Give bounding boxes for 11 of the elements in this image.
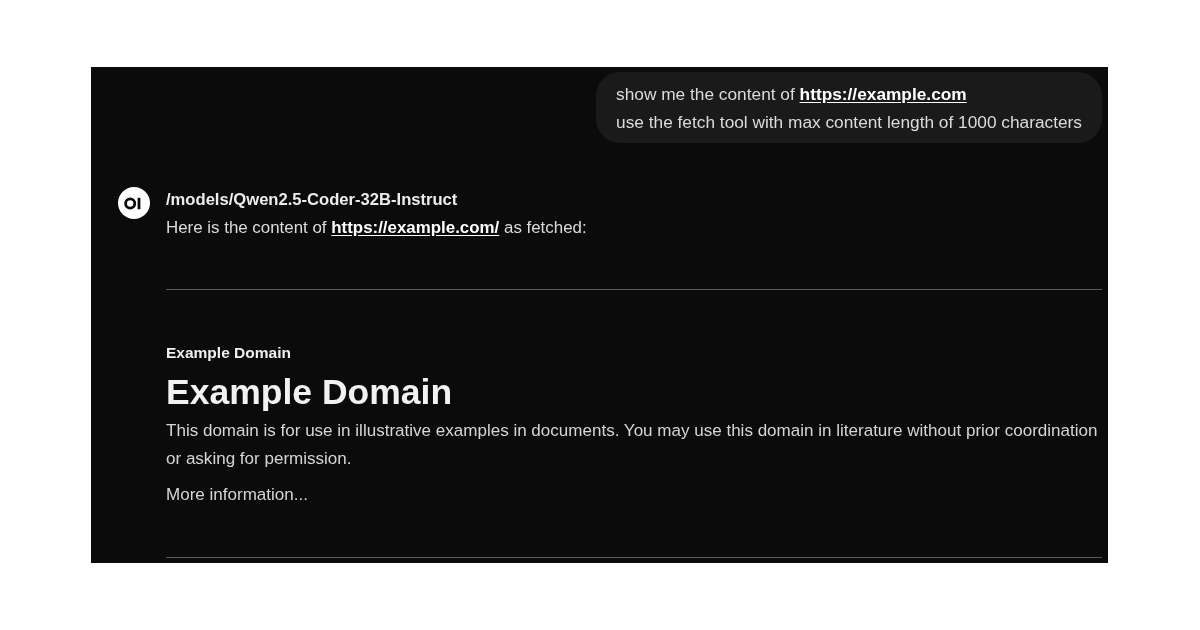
url-link[interactable]: https://example.com (799, 84, 967, 104)
body-text: This domain is for use in illustrative examples in documents. You may use this domain in literature without prior coordination or asking for permission. (166, 420, 1099, 470)
message-text: use the fetch tool with max content length of 1000 characters (616, 111, 1082, 134)
message-text: show me the content of https://example.com (616, 83, 968, 106)
url-link[interactable]: https://example.com/ (331, 218, 500, 237)
page-title: Example Domain (166, 343, 292, 363)
body-text: More information... (166, 484, 309, 506)
logo-icon (118, 187, 150, 219)
page-heading: Example Domain (166, 371, 454, 414)
model-name: /models/Qwen2.5-Coder-32B-Instruct (166, 189, 459, 211)
message-text: Here is the content of https://example.com/ as fetched: (166, 217, 588, 239)
